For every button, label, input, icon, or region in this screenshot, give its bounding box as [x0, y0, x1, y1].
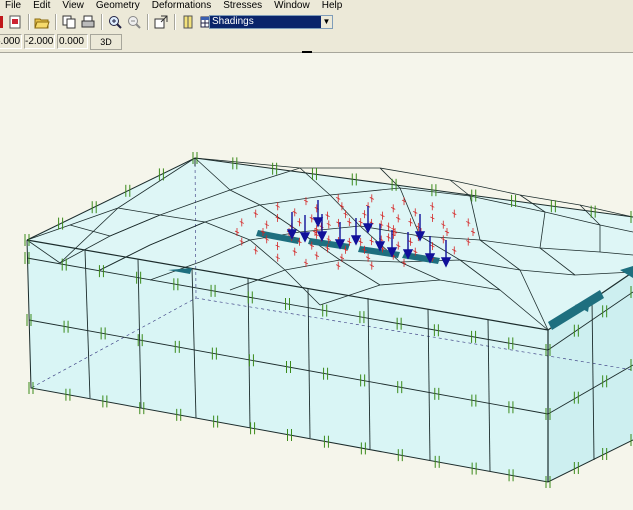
display-type-select[interactable]: Shadings ▼ [209, 15, 333, 29]
menu-bar: File Edit View Geometry Deformations Str… [0, 0, 633, 12]
z-coordinate-field[interactable]: 0.000 [57, 34, 88, 49]
model-box [26, 157, 633, 483]
copy-button[interactable] [60, 14, 77, 30]
menu-help[interactable]: Help [316, 0, 349, 12]
menu-edit[interactable]: Edit [27, 0, 56, 12]
toolbar-separator [174, 14, 176, 30]
print-button[interactable] [79, 14, 96, 30]
edge-button[interactable] [0, 14, 4, 30]
menu-geometry[interactable]: Geometry [90, 0, 146, 12]
print-preview-icon [9, 15, 20, 29]
zoom-out-icon [127, 16, 141, 29]
coordinate-bar: 5.000 -2.000 0.000 3D [0, 32, 633, 53]
mesh-viewport[interactable] [0, 53, 633, 510]
zoom-in-icon [108, 16, 122, 29]
toolbar-separator [55, 14, 57, 30]
cross-section-button[interactable] [179, 14, 196, 30]
view-icon [154, 15, 167, 29]
menu-file[interactable]: File [0, 0, 27, 12]
open-button[interactable] [33, 14, 50, 30]
cross-section-icon [183, 15, 192, 29]
red-edge-icon [0, 16, 3, 28]
toolbar: Shadings ▼ [0, 12, 633, 32]
y-coordinate-field[interactable]: -2.000 [24, 34, 55, 49]
zoom-in-button[interactable] [106, 14, 123, 30]
toolbar-separator [28, 14, 30, 30]
menu-stresses[interactable]: Stresses [217, 0, 268, 12]
menu-deformations[interactable]: Deformations [146, 0, 217, 12]
zoom-out-button[interactable] [125, 14, 142, 30]
x-coordinate-field[interactable]: 5.000 [0, 34, 22, 49]
3d-view-button[interactable]: 3D [90, 34, 122, 50]
menu-window[interactable]: Window [268, 0, 316, 12]
toolbar-separator [101, 14, 103, 30]
chevron-down-icon[interactable]: ▼ [321, 16, 332, 28]
print-icon [81, 15, 94, 28]
print-preview-button[interactable] [6, 14, 23, 30]
copy-icon [62, 15, 75, 29]
menu-view[interactable]: View [56, 0, 90, 12]
view-button[interactable] [152, 14, 169, 30]
display-type-value: Shadings [212, 16, 254, 27]
toolbar-separator [147, 14, 149, 30]
open-icon [33, 18, 50, 29]
